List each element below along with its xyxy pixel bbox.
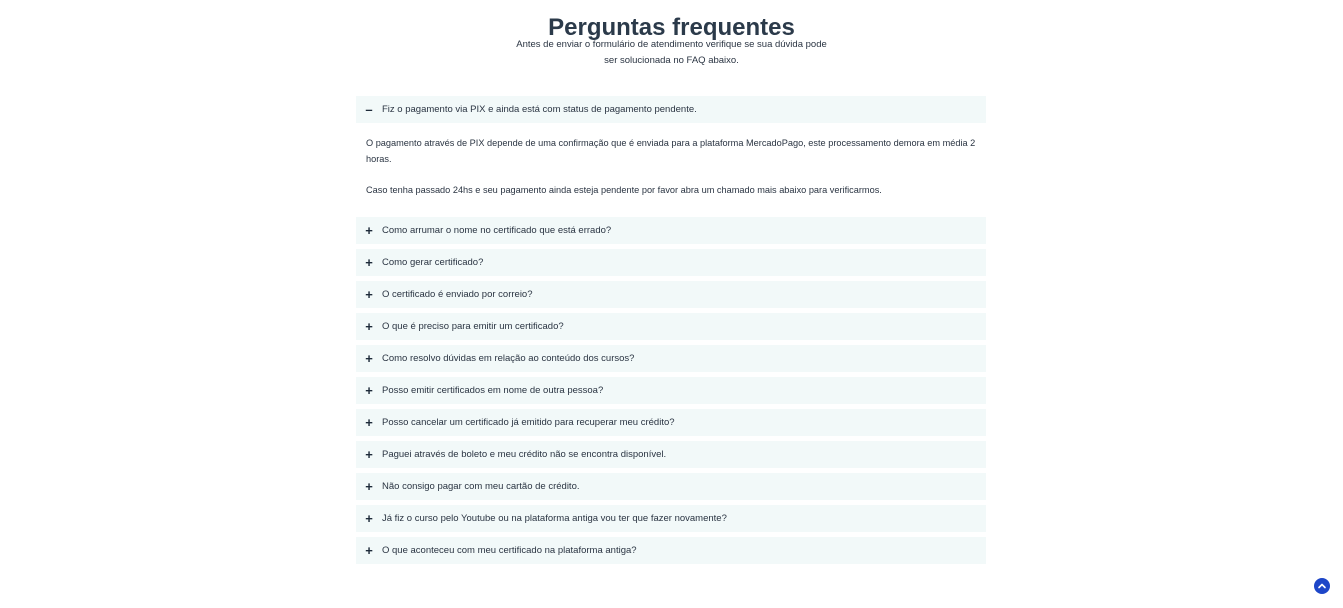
plus-icon: +	[365, 287, 373, 302]
plus-icon: +	[365, 511, 373, 526]
faq-answer-paragraph: Caso tenha passado 24hs e seu pagamento …	[366, 185, 882, 195]
faq-item[interactable]: + Posso emitir certificados em nome de o…	[356, 377, 986, 404]
faq-item[interactable]: + Já fiz o curso pelo Youtube ou na plat…	[356, 505, 986, 532]
scroll-to-top-button[interactable]	[1314, 578, 1330, 594]
faq-question: Como arrumar o nome no certificado que e…	[382, 225, 612, 236]
faq-item[interactable]: + O certificado é enviado por correio?	[356, 281, 986, 308]
faq-answer: O pagamento através de PIX depende de um…	[356, 128, 986, 212]
faq-item[interactable]: + Como gerar certificado?	[356, 249, 986, 276]
faq-accordion: – Fiz o pagamento via PIX e ainda está c…	[356, 96, 986, 569]
faq-question: O que aconteceu com meu certificado na p…	[382, 545, 637, 556]
plus-icon: +	[365, 351, 373, 366]
faq-question: Como gerar certificado?	[382, 257, 484, 268]
faq-question: O que é preciso para emitir um certifica…	[382, 321, 564, 332]
plus-icon: +	[365, 543, 373, 558]
subtitle-line-2: ser solucionada no FAQ abaixo.	[604, 55, 739, 66]
faq-item[interactable]: + Não consigo pagar com meu cartão de cr…	[356, 473, 986, 500]
faq-answer-paragraph: O pagamento através de PIX depende de um…	[366, 138, 976, 164]
faq-question: Posso emitir certificados em nome de out…	[382, 385, 604, 396]
faq-question: Fiz o pagamento via PIX e ainda está com…	[382, 104, 697, 115]
faq-item[interactable]: + O que é preciso para emitir um certifi…	[356, 313, 986, 340]
page-subtitle: Antes de enviar o formulário de atendime…	[0, 37, 1343, 69]
plus-icon: +	[365, 319, 373, 334]
faq-question: Já fiz o curso pelo Youtube ou na plataf…	[382, 513, 727, 524]
faq-item[interactable]: + Paguei através de boleto e meu crédito…	[356, 441, 986, 468]
plus-icon: +	[365, 479, 373, 494]
plus-icon: +	[365, 383, 373, 398]
plus-icon: +	[365, 447, 373, 462]
chevron-up-icon	[1318, 583, 1326, 589]
plus-icon: +	[365, 255, 373, 270]
plus-icon: +	[365, 415, 373, 430]
minus-icon: –	[365, 102, 373, 117]
faq-question: Não consigo pagar com meu cartão de créd…	[382, 481, 580, 492]
subtitle-line-1: Antes de enviar o formulário de atendime…	[516, 39, 827, 50]
faq-question: Como resolvo dúvidas em relação ao conte…	[382, 353, 635, 364]
faq-item[interactable]: + Como arrumar o nome no certificado que…	[356, 217, 986, 244]
faq-question: O certificado é enviado por correio?	[382, 289, 533, 300]
plus-icon: +	[365, 223, 373, 238]
faq-item[interactable]: + Posso cancelar um certificado já emiti…	[356, 409, 986, 436]
faq-item-expanded[interactable]: – Fiz o pagamento via PIX e ainda está c…	[356, 96, 986, 123]
faq-question: Posso cancelar um certificado já emitido…	[382, 417, 675, 428]
faq-item[interactable]: + O que aconteceu com meu certificado na…	[356, 537, 986, 564]
faq-item[interactable]: + Como resolvo dúvidas em relação ao con…	[356, 345, 986, 372]
faq-question: Paguei através de boleto e meu crédito n…	[382, 449, 667, 460]
